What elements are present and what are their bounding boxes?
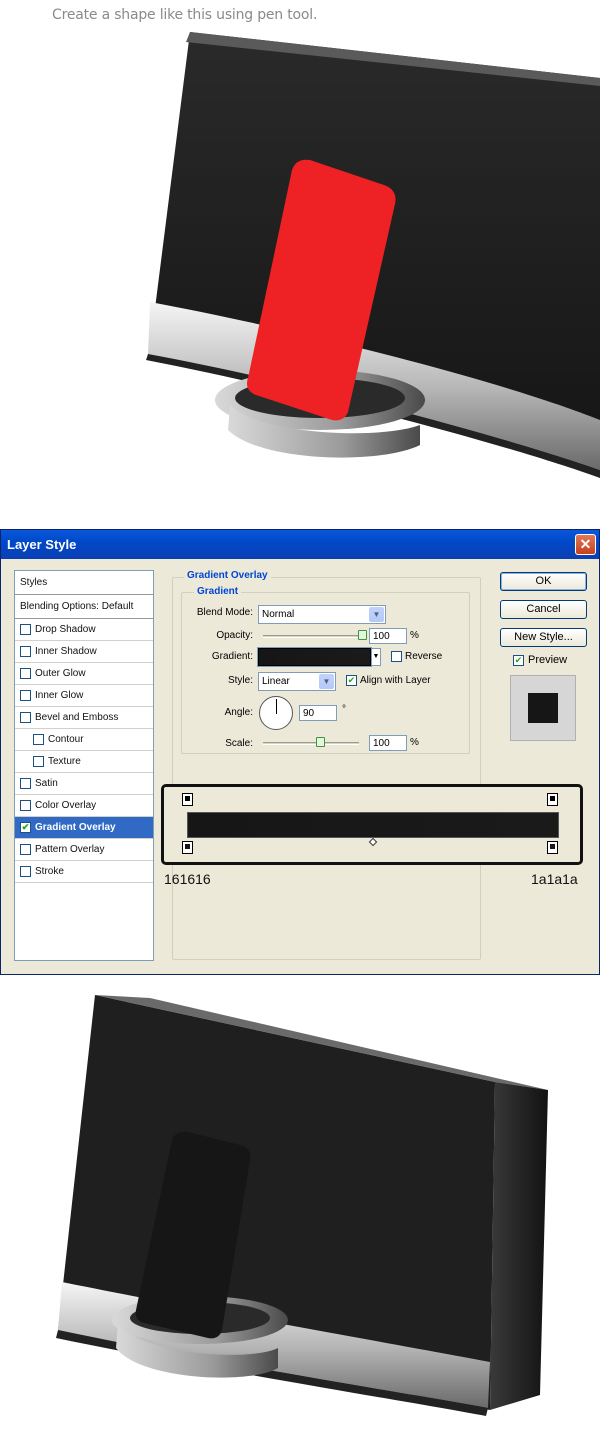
color-stop-left[interactable]: [182, 841, 193, 854]
scale-unit: %: [410, 737, 419, 748]
scale-slider-thumb[interactable]: [315, 737, 325, 747]
gradient-editor-highlight: [161, 784, 583, 865]
blend-mode-label: Blend Mode:: [196, 607, 253, 618]
gradient-label: Gradient:: [211, 651, 253, 662]
styles-list: Styles Blending Options: Default Drop Shad…: [14, 570, 154, 961]
layer-style-dialog: Layer Style ✕ Styles Blending Options: De…: [0, 529, 600, 975]
gradient-midpoint[interactable]: [368, 837, 378, 847]
opacity-stop-left[interactable]: [182, 793, 193, 806]
preview-checkbox[interactable]: ✔: [513, 655, 524, 666]
close-button[interactable]: ✕: [575, 534, 596, 555]
right-stop-color-label: 1a1a1a: [531, 871, 578, 887]
style-item-label: Inner Glow: [35, 690, 84, 701]
scale-input[interactable]: 100: [369, 735, 407, 751]
blend-mode-value: Normal: [262, 609, 295, 620]
chevron-down-icon: ▼: [369, 607, 384, 622]
preview-label: Preview: [528, 654, 568, 666]
angle-unit: °: [342, 704, 346, 715]
style-item-label: Gradient Overlay: [35, 822, 116, 833]
angle-input[interactable]: 90: [299, 705, 337, 721]
angle-dial-needle: [276, 699, 277, 714]
angle-dial[interactable]: [259, 696, 293, 730]
style-preview-thumbnail: [510, 675, 576, 741]
style-item-checkbox[interactable]: [20, 624, 31, 635]
new-style-button[interactable]: New Style...: [500, 628, 587, 647]
angle-label: Angle:: [224, 707, 253, 718]
speaker-dock-illustration-top: [0, 30, 600, 500]
opacity-unit: %: [410, 630, 419, 641]
style-label: Style:: [227, 675, 253, 686]
style-item-label: Contour: [48, 734, 84, 745]
opacity-slider-thumb[interactable]: [358, 630, 367, 640]
style-value: Linear: [262, 676, 290, 687]
style-item-checkbox[interactable]: [20, 844, 31, 855]
opacity-stop-right[interactable]: [547, 793, 558, 806]
style-item-checkbox[interactable]: [20, 866, 31, 877]
style-item-checkbox[interactable]: [20, 646, 31, 657]
style-item-contour[interactable]: Contour: [15, 729, 153, 751]
style-item-texture[interactable]: Texture: [15, 751, 153, 773]
align-with-layer-checkbox[interactable]: ✔: [346, 675, 357, 686]
dialog-titlebar: Layer Style: [1, 530, 599, 559]
style-item-pattern-overlay[interactable]: Pattern Overlay: [15, 839, 153, 861]
cancel-button[interactable]: Cancel: [500, 600, 587, 619]
scale-slider-track[interactable]: [263, 742, 359, 745]
group-title: Gradient: [194, 586, 242, 597]
style-item-label: Pattern Overlay: [35, 844, 105, 855]
style-item-bevel-and-emboss[interactable]: Bevel and Emboss: [15, 707, 153, 729]
style-item-blending-options-default[interactable]: Blending Options: Default: [15, 595, 153, 619]
opacity-slider-track[interactable]: [263, 635, 363, 638]
style-item-gradient-overlay[interactable]: ✔ Gradient Overlay: [15, 817, 153, 839]
style-item-checkbox[interactable]: ✔: [20, 822, 31, 833]
style-item-label: Drop Shadow: [35, 624, 96, 635]
style-item-checkbox[interactable]: [20, 712, 31, 723]
speaker-dock-illustration-bottom: [0, 990, 600, 1440]
style-item-label: Color Overlay: [35, 800, 97, 811]
reverse-checkbox[interactable]: [391, 651, 402, 662]
instruction-caption: Create a shape like this using pen tool.: [52, 7, 318, 23]
chevron-down-icon: ▼: [319, 674, 334, 689]
style-item-label: Styles: [20, 577, 48, 588]
style-item-checkbox[interactable]: [20, 778, 31, 789]
blend-mode-select[interactable]: Normal ▼: [258, 605, 386, 624]
style-item-label: Texture: [48, 756, 81, 767]
style-item-stroke[interactable]: Stroke: [15, 861, 153, 883]
color-stop-right[interactable]: [547, 841, 558, 854]
style-item-label: Outer Glow: [35, 668, 86, 679]
style-item-label: Stroke: [35, 866, 64, 877]
gradient-swatch[interactable]: [257, 647, 372, 667]
style-item-drop-shadow[interactable]: Drop Shadow: [15, 619, 153, 641]
style-select[interactable]: Linear ▼: [258, 672, 336, 691]
style-item-styles[interactable]: Styles: [15, 571, 153, 595]
left-stop-color-label: 161616: [164, 871, 211, 887]
reverse-label: Reverse: [405, 651, 443, 662]
style-item-checkbox[interactable]: [33, 756, 44, 767]
style-item-inner-shadow[interactable]: Inner Shadow: [15, 641, 153, 663]
opacity-label: Opacity:: [216, 630, 253, 641]
gradient-dropdown-icon[interactable]: ▼: [371, 648, 381, 666]
opacity-input[interactable]: 100: [369, 628, 407, 644]
style-item-checkbox[interactable]: [33, 734, 44, 745]
style-item-inner-glow[interactable]: Inner Glow: [15, 685, 153, 707]
style-item-label: Blending Options: Default: [20, 601, 134, 612]
align-with-layer-label: Align with Layer: [360, 675, 431, 686]
style-item-checkbox[interactable]: [20, 690, 31, 701]
section-title: Gradient Overlay: [184, 570, 271, 581]
scale-label: Scale:: [225, 738, 253, 749]
gradient-bar: [187, 812, 559, 838]
style-item-satin[interactable]: Satin: [15, 773, 153, 795]
style-item-label: Satin: [35, 778, 58, 789]
style-item-outer-glow[interactable]: Outer Glow: [15, 663, 153, 685]
style-item-checkbox[interactable]: [20, 668, 31, 679]
style-item-label: Bevel and Emboss: [35, 712, 119, 723]
style-item-label: Inner Shadow: [35, 646, 97, 657]
style-item-color-overlay[interactable]: Color Overlay: [15, 795, 153, 817]
dialog-title: Layer Style: [7, 537, 77, 552]
ok-button[interactable]: OK: [500, 572, 587, 591]
style-item-checkbox[interactable]: [20, 800, 31, 811]
